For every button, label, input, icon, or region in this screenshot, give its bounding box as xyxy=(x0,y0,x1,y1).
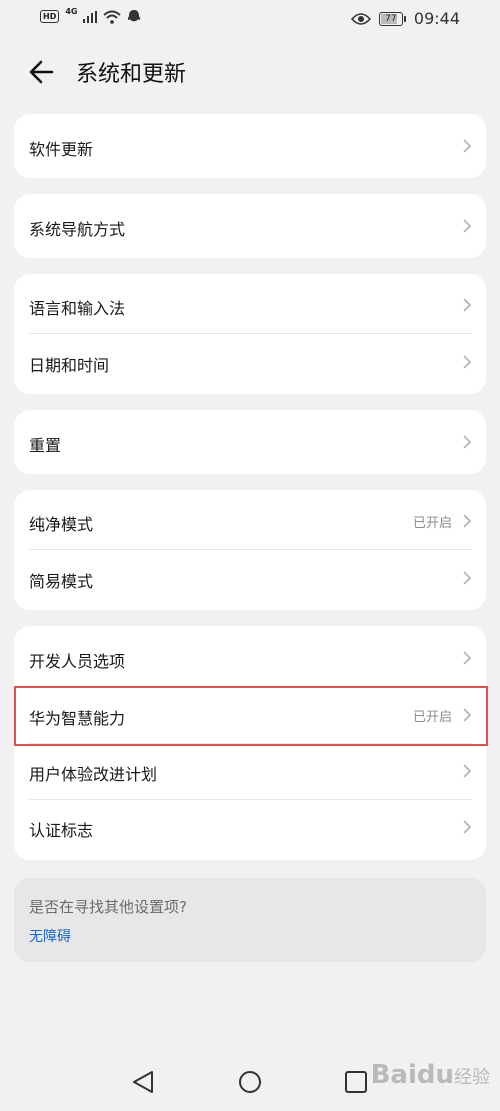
chevron-right-icon xyxy=(463,820,472,834)
accessibility-link[interactable]: 无障碍 xyxy=(29,926,71,946)
menu-item-label: 语言和输入法 xyxy=(29,299,126,318)
status-right: 77 09:44 xyxy=(350,9,460,28)
page-header: 系统和更新 xyxy=(0,48,500,96)
chevron-right-icon xyxy=(463,355,472,369)
status-bar: HD 4G 77 09:44 xyxy=(0,0,500,36)
menu-item-developer-options[interactable]: 开发人员选项 xyxy=(14,630,486,686)
menu-item-label: 纯净模式 xyxy=(29,515,94,534)
hd-indicator: HD xyxy=(40,10,60,23)
chevron-right-icon xyxy=(463,219,472,233)
network-type: 4G xyxy=(65,7,78,16)
menu-item-pure-mode[interactable]: 纯净模式 已开启 xyxy=(14,493,486,549)
menu-item-label: 重置 xyxy=(29,436,62,455)
nav-back-icon[interactable] xyxy=(124,1062,164,1102)
menu-item-label: 开发人员选项 xyxy=(29,652,126,671)
menu-item-label: 认证标志 xyxy=(29,821,94,840)
highlight-box xyxy=(14,686,488,746)
wifi-icon xyxy=(103,10,122,24)
menu-item-simple-mode[interactable]: 简易模式 xyxy=(14,550,486,606)
menu-item-software-update[interactable]: 软件更新 xyxy=(14,118,486,174)
card-modes: 纯净模式 已开启 简易模式 xyxy=(14,490,486,610)
menu-item-language-input[interactable]: 语言和输入法 xyxy=(14,277,486,333)
chevron-right-icon xyxy=(463,651,472,665)
chevron-right-icon xyxy=(463,435,472,449)
menu-item-certification[interactable]: 认证标志 xyxy=(14,799,486,855)
card-system-navigation: 系统导航方式 xyxy=(14,194,486,258)
menu-item-date-time[interactable]: 日期和时间 xyxy=(14,334,486,390)
signal-icon xyxy=(83,10,98,23)
card-language-date: 语言和输入法 日期和时间 xyxy=(14,274,486,394)
chevron-right-icon xyxy=(463,298,472,312)
chevron-right-icon xyxy=(463,139,472,153)
chevron-right-icon xyxy=(463,514,472,528)
battery-icon: 77 xyxy=(378,11,406,26)
battery-level: 77 xyxy=(385,13,397,24)
search-suggestion-card: 是否在寻找其他设置项? 无障碍 xyxy=(14,878,486,962)
menu-item-reset[interactable]: 重置 xyxy=(14,414,486,470)
menu-item-label: 日期和时间 xyxy=(29,356,110,375)
card-software-update: 软件更新 xyxy=(14,114,486,178)
menu-item-system-navigation[interactable]: 系统导航方式 xyxy=(14,198,486,254)
menu-item-user-experience[interactable]: 用户体验改进计划 xyxy=(14,743,486,799)
clock: 09:44 xyxy=(413,9,460,28)
menu-item-label: 软件更新 xyxy=(29,140,94,159)
eye-comfort-icon xyxy=(350,12,371,25)
status-left: HD 4G xyxy=(40,7,141,24)
chevron-right-icon xyxy=(463,764,472,778)
menu-item-label: 简易模式 xyxy=(29,572,94,591)
back-arrow-icon[interactable] xyxy=(26,56,60,88)
nav-home-icon[interactable] xyxy=(230,1062,270,1102)
suggestion-question: 是否在寻找其他设置项? xyxy=(29,898,187,916)
baidu-watermark: Baidu经验 xyxy=(370,1060,490,1090)
status-text: 已开启 xyxy=(412,516,452,531)
qq-notification-icon xyxy=(128,10,141,22)
page-title: 系统和更新 xyxy=(76,62,187,87)
card-reset: 重置 xyxy=(14,410,486,474)
chevron-right-icon xyxy=(463,571,472,585)
menu-item-label: 用户体验改进计划 xyxy=(29,765,158,784)
menu-item-label: 系统导航方式 xyxy=(29,220,126,239)
